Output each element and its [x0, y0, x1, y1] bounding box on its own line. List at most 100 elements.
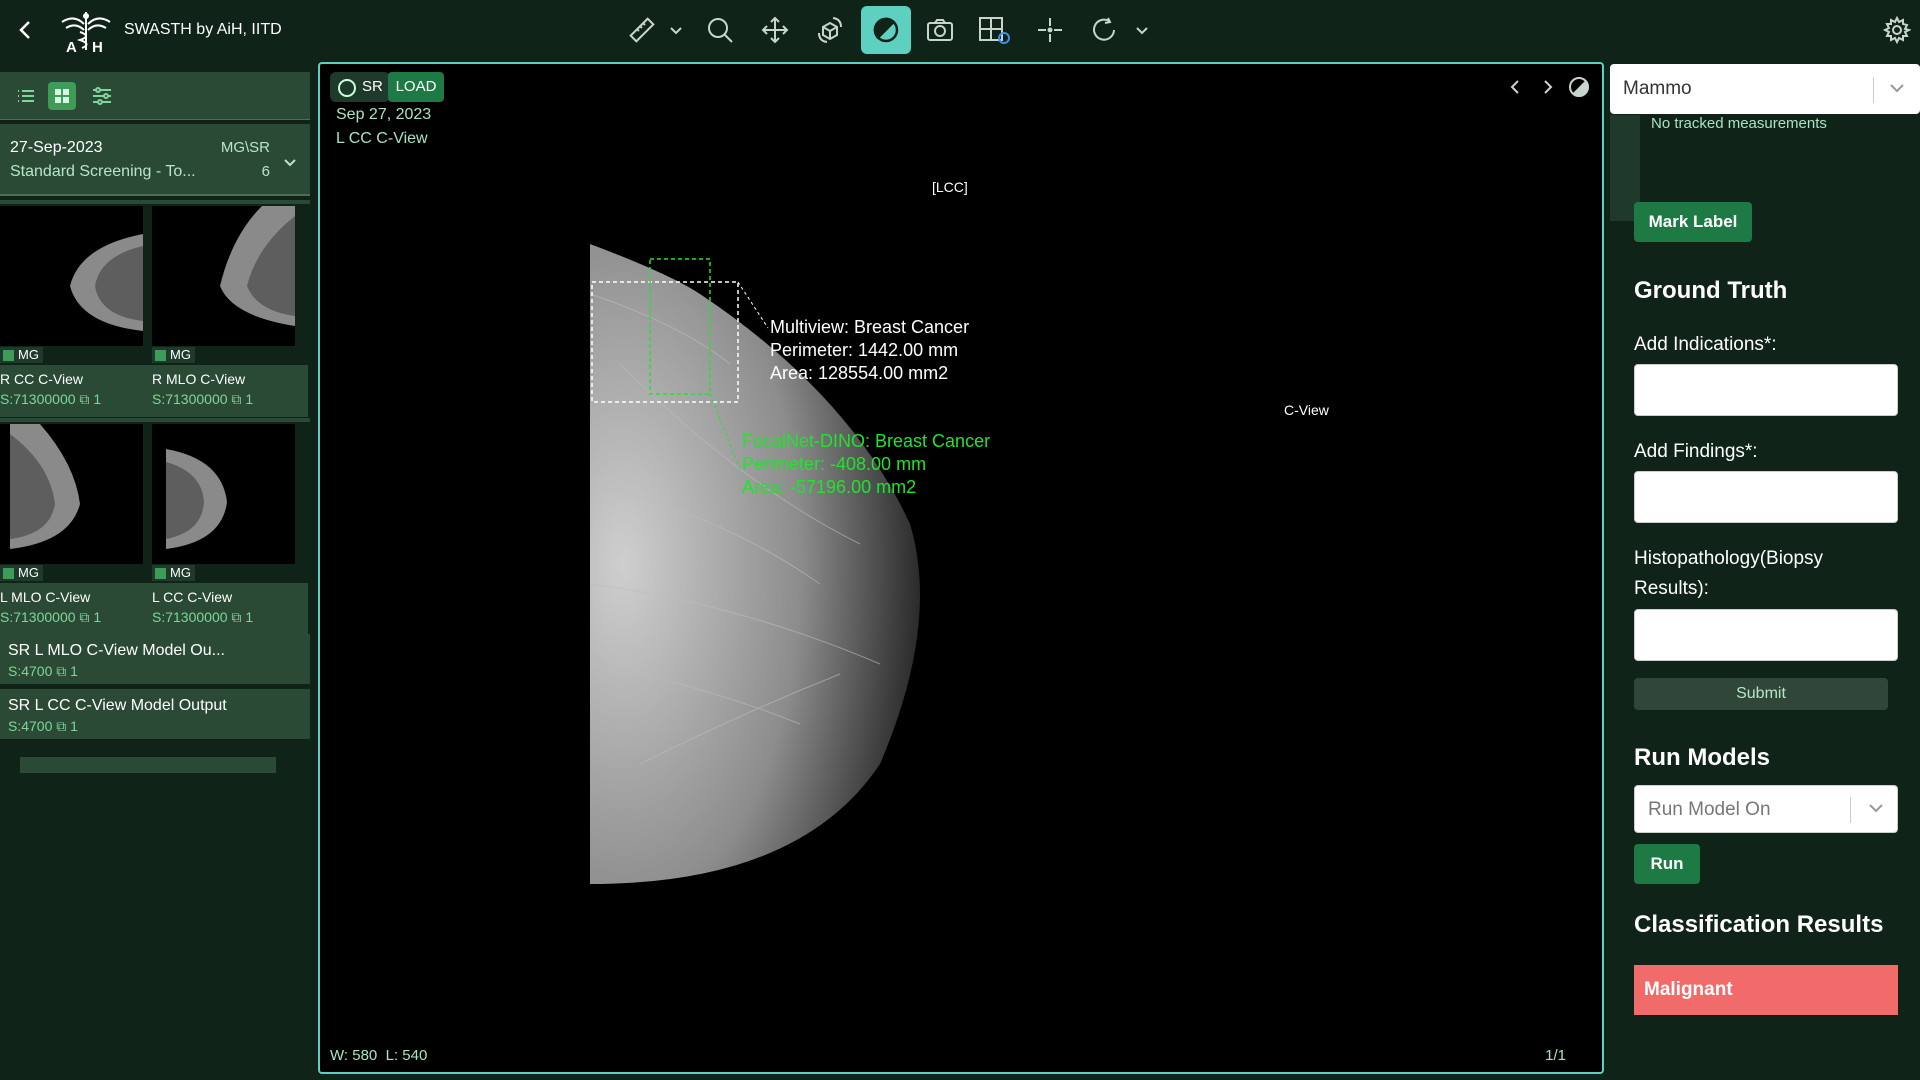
classification-heading: Classification Results	[1634, 911, 1884, 938]
thumbnail-image	[0, 206, 143, 346]
mode-select-value: Mammo	[1623, 78, 1692, 99]
thumbnail-l-cc[interactable]: MG L CC C-View S:71300000 ⧉ 1	[152, 424, 308, 635]
crosshair-icon[interactable]	[1030, 6, 1070, 54]
ground-truth-heading: Ground Truth	[1634, 277, 1788, 304]
list-view-icon[interactable]	[12, 82, 40, 110]
mode-select[interactable]: Mammo	[1610, 64, 1920, 114]
grid-view-icon[interactable]	[48, 82, 76, 110]
annotation-title: Multiview: Breast Cancer	[770, 317, 970, 337]
series-number: S:71300000 ⧉ 1	[0, 609, 101, 626]
copy-icon: ⧉	[79, 391, 90, 407]
sr-series-item[interactable]: SR L MLO C-View Model Ou... S:4700 ⧉ 1	[0, 634, 310, 684]
chevron-down-icon[interactable]	[282, 154, 298, 175]
horizontal-scrollbar[interactable]	[20, 757, 276, 773]
load-button[interactable]: LOAD	[388, 72, 444, 102]
svg-text:H: H	[92, 39, 103, 54]
view-mode-bar	[0, 72, 310, 120]
more-tools-chevron-icon[interactable]	[1132, 6, 1152, 54]
layout-icon[interactable]	[974, 6, 1014, 54]
run-model-select[interactable]: Run Model On	[1634, 785, 1898, 833]
sr-series-number: S:4700 ⧉ 1	[8, 663, 78, 680]
reset-icon[interactable]	[1084, 6, 1124, 54]
series-id: S:4700	[8, 663, 53, 679]
histopathology-label: Histopathology(Biopsy Results):	[1634, 548, 1824, 599]
thumbnail-info: R CC C-View S:71300000 ⧉ 1	[0, 365, 156, 417]
aih-logo: A H	[56, 8, 116, 56]
histopathology-input[interactable]	[1634, 609, 1898, 661]
indications-label: Add Indications*:	[1634, 334, 1777, 355]
back-chevron-icon[interactable]	[14, 17, 38, 43]
measure-ruler-icon[interactable]	[622, 6, 662, 54]
sr-series-title: SR L MLO C-View Model Ou...	[8, 642, 225, 659]
study-item[interactable]: 27-Sep-2023 Standard Screening - To... M…	[0, 124, 310, 196]
settings-gear-icon[interactable]	[1880, 6, 1914, 54]
thumbnail-l-mlo[interactable]: MG L MLO C-View S:71300000 ⧉ 1	[0, 424, 156, 635]
zoom-icon[interactable]	[700, 6, 740, 54]
study-date: 27-Sep-2023	[10, 139, 103, 156]
annotation-perimeter: Perimeter: 1442.00 mm	[770, 340, 959, 360]
viewport-date: Sep 27, 2023	[336, 106, 432, 123]
window-width: W: 580	[330, 1047, 378, 1064]
sr-series-item[interactable]: SR L CC C-View Model Output S:4700 ⧉ 1	[0, 689, 310, 739]
viewport-view-name: L CC C-View	[336, 130, 428, 147]
series-number: S:71300000 ⧉ 1	[0, 391, 101, 408]
window-level-icon[interactable]	[1566, 74, 1592, 100]
window-level: L: 540	[385, 1047, 428, 1064]
multiview-annotation: Multiview: Breast Cancer Perimeter: 1442…	[770, 316, 969, 385]
study-modality: MG\SR	[220, 139, 270, 156]
series-name: R MLO C-View	[152, 371, 246, 387]
modality-badge: MG	[0, 565, 43, 581]
thumbnail-r-cc[interactable]: MG R CC C-View S:71300000 ⧉ 1	[0, 206, 156, 417]
page-indicator: 1/1	[1545, 1047, 1566, 1064]
circle-icon	[338, 79, 356, 97]
window-level-readout: W: 580 L: 540	[330, 1047, 427, 1064]
top-toolbar: A H SWASTH by AiH, IITD	[0, 0, 1920, 60]
study-series-count: 6	[261, 163, 270, 180]
instance-count: 1	[70, 663, 78, 679]
annotation-perimeter: Perimeter: -408.00 mm	[742, 454, 927, 474]
image-viewport[interactable]: SR LOAD Sep 27, 2023 L CC C-View [LCC] C…	[318, 62, 1604, 1074]
camera-icon[interactable]	[920, 6, 960, 54]
divider	[0, 200, 310, 204]
next-chevron-icon[interactable]	[1534, 74, 1560, 100]
filter-sliders-icon[interactable]	[88, 82, 116, 110]
submit-button[interactable]: Submit	[1634, 678, 1888, 710]
thumbnail-image	[0, 424, 143, 564]
prev-chevron-icon[interactable]	[1503, 74, 1529, 100]
run-models-heading: Run Models	[1634, 744, 1770, 771]
run-button[interactable]: Run	[1634, 844, 1700, 884]
pan-icon[interactable]	[755, 6, 795, 54]
side-label: C-View	[1284, 402, 1329, 418]
indications-input[interactable]	[1634, 364, 1898, 416]
study-browser-panel: 27-Sep-2023 Standard Screening - To... M…	[0, 60, 312, 1080]
findings-input[interactable]	[1634, 471, 1898, 523]
series-id: S:4700	[8, 718, 53, 734]
series-name: R CC C-View	[0, 371, 83, 387]
series-id: S:71300000	[152, 609, 228, 625]
thumbnail-info: R MLO C-View S:71300000 ⧉ 1	[152, 365, 308, 417]
window-level-icon[interactable]	[861, 6, 911, 54]
chevron-down-icon[interactable]	[1867, 798, 1885, 821]
mark-label-button[interactable]: Mark Label	[1634, 202, 1752, 242]
series-id: S:71300000	[0, 609, 76, 625]
sr-series-title: SR L CC C-View Model Output	[8, 697, 227, 714]
sr-toggle-button[interactable]: SR	[330, 72, 390, 102]
annotation-title: FocalNet-DINO: Breast Cancer	[742, 431, 991, 451]
copy-icon: ⧉	[231, 391, 242, 407]
mammogram-image	[589, 244, 920, 884]
instance-count: 1	[93, 391, 102, 407]
instance-count: 1	[93, 609, 102, 625]
3d-rotate-icon[interactable]	[810, 6, 850, 54]
classification-result: Malignant	[1634, 965, 1898, 1015]
measure-dropdown-chevron-icon[interactable]	[666, 6, 686, 54]
series-id: S:71300000	[0, 391, 76, 407]
modality-badge: MG	[152, 347, 195, 363]
app-title: SWASTH by AiH, IITD	[124, 21, 282, 38]
orientation-marker: [LCC]	[932, 179, 968, 195]
thumbnail-r-mlo[interactable]: MG R MLO C-View S:71300000 ⧉ 1	[152, 206, 308, 417]
chevron-down-icon[interactable]	[1888, 78, 1906, 101]
series-id: S:71300000	[152, 391, 228, 407]
select-divider	[1850, 797, 1851, 823]
thumbnail-image	[152, 206, 295, 346]
select-divider	[1873, 77, 1874, 103]
